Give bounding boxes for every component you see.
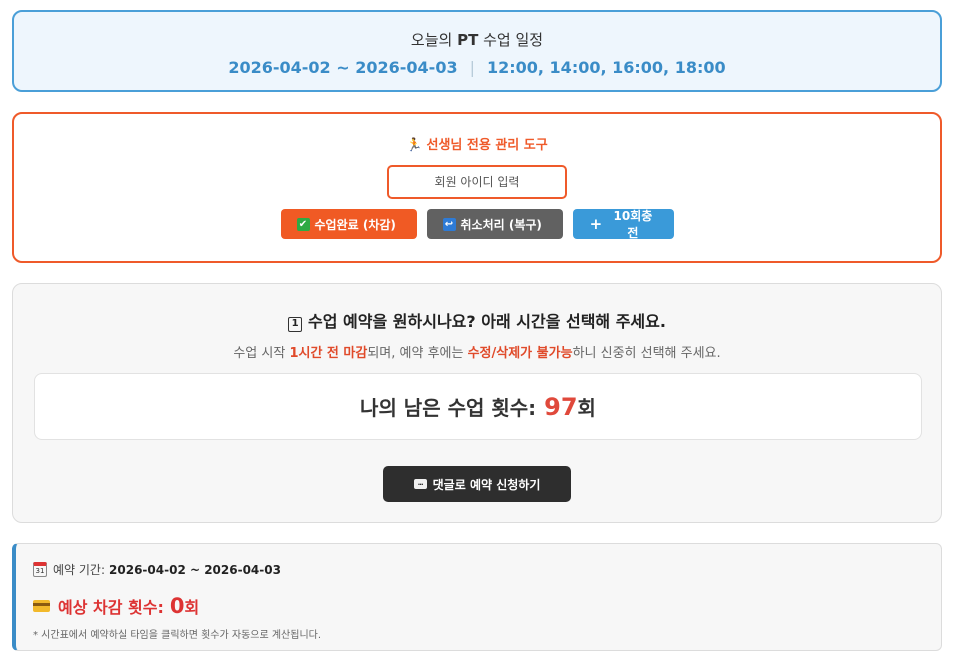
plus-icon: + xyxy=(589,214,603,233)
member-id-input[interactable] xyxy=(387,165,567,199)
admin-title-text: 선생님 전용 관리 도구 xyxy=(426,138,548,153)
admin-title: 🏃 선생님 전용 관리 도구 xyxy=(14,134,940,153)
booking-period-value: 2026-04-02 ~ 2026-04-03 xyxy=(109,562,281,577)
notice-part3: 하니 신중히 선택해 주세요. xyxy=(572,346,721,361)
expected-deduction-unit: 회 xyxy=(184,598,200,617)
comment-booking-label: 댓글로 예약 신청하기 xyxy=(432,477,541,492)
remaining-sessions-box: 나의 남은 수업 횟수: 97 회 xyxy=(34,373,922,440)
booking-period-label: 예약 기간: xyxy=(53,563,106,577)
remaining-sessions-count: 97 xyxy=(544,392,578,421)
schedule-title-prefix: 오늘의 xyxy=(410,31,458,49)
charge-10-button[interactable]: +10회충전 xyxy=(572,209,674,240)
schedule-card: 오늘의 PT 수업 일정 2026-04-02 ~ 2026-04-03 | 12:… xyxy=(12,10,942,92)
admin-button-row: ✔ 수업완료 (차감) ↩ 취소처리 (복구) +10회충전 xyxy=(14,209,940,240)
speech-bubble-icon: ... xyxy=(413,479,427,489)
booking-notice: 수업 시작 1시간 전 마감되며, 예약 후에는 수정/삭제가 불가능하니 신중… xyxy=(13,342,941,361)
schedule-title-suffix: 수업 일정 xyxy=(478,31,544,49)
check-icon: ✔ xyxy=(296,217,310,231)
schedule-date-range: 2026-04-02 ~ 2026-04-03 xyxy=(228,58,458,77)
calendar-icon: 31 xyxy=(33,562,47,577)
expected-deduction-row: 예상 차감 횟수: 0 회 xyxy=(33,594,941,618)
complete-class-label: 수업완료 (차감) xyxy=(314,217,396,232)
notice-highlight-no-edit: 수정/삭제가 불가능 xyxy=(467,346,573,361)
notice-part2: 되며, 예약 후에는 xyxy=(367,346,468,361)
charge-10-label: 10회충전 xyxy=(613,209,653,240)
credit-card-icon xyxy=(33,600,50,612)
notice-highlight-deadline: 1시간 전 마감 xyxy=(289,346,368,361)
schedule-title: 오늘의 PT 수업 일정 xyxy=(14,29,940,50)
expected-deduction-label: 예상 차감 횟수: xyxy=(58,598,164,617)
remaining-sessions-unit: 회 xyxy=(577,396,596,420)
runner-icon: 🏃 xyxy=(406,138,423,153)
expected-deduction-count: 0 xyxy=(169,594,185,618)
booking-question-text: 수업 예약을 원하시나요? 아래 시간을 선택해 주세요. xyxy=(308,312,666,331)
schedule-times: 12:00, 14:00, 16:00, 18:00 xyxy=(486,58,726,77)
cancel-class-label: 취소처리 (복구) xyxy=(460,217,542,232)
number-one-icon: 1 xyxy=(288,317,303,332)
booking-card: 1 수업 예약을 원하시나요? 아래 시간을 선택해 주세요. 수업 시작 1시간… xyxy=(12,283,942,523)
booking-period-card: 31 예약 기간: 2026-04-02 ~ 2026-04-03 예상 차감 횟수… xyxy=(12,543,942,651)
cancel-class-button[interactable]: ↩ 취소처리 (복구) xyxy=(426,209,563,239)
notice-part1: 수업 시작 xyxy=(233,346,290,361)
schedule-separator: | xyxy=(469,58,475,77)
complete-class-button[interactable]: ✔ 수업완료 (차감) xyxy=(280,209,417,239)
comment-booking-button[interactable]: ... 댓글로 예약 신청하기 xyxy=(383,466,571,502)
undo-icon: ↩ xyxy=(442,217,456,231)
admin-tools-card: 🏃선생님 전용 관리 도구 ✔ 수업완료 (차감) ↩ 취소처리 (복구) +10회… xyxy=(12,112,942,263)
schedule-dates: 2026-04-02 ~ 2026-04-03 | 12:00, 14:00, 16… xyxy=(14,58,940,77)
remaining-sessions-label: 나의 남은 수업 횟수: xyxy=(360,396,537,420)
auto-calc-hint: * 시간표에서 예약하실 타임을 클릭하면 횟수가 자동으로 계산됩니다. xyxy=(33,630,322,641)
booking-question: 1 수업 예약을 원하시나요? 아래 시간을 선택해 주세요. xyxy=(13,308,941,332)
booking-period-row: 31 예약 기간: 2026-04-02 ~ 2026-04-03 xyxy=(33,561,941,578)
schedule-title-bold: PT xyxy=(457,31,479,49)
